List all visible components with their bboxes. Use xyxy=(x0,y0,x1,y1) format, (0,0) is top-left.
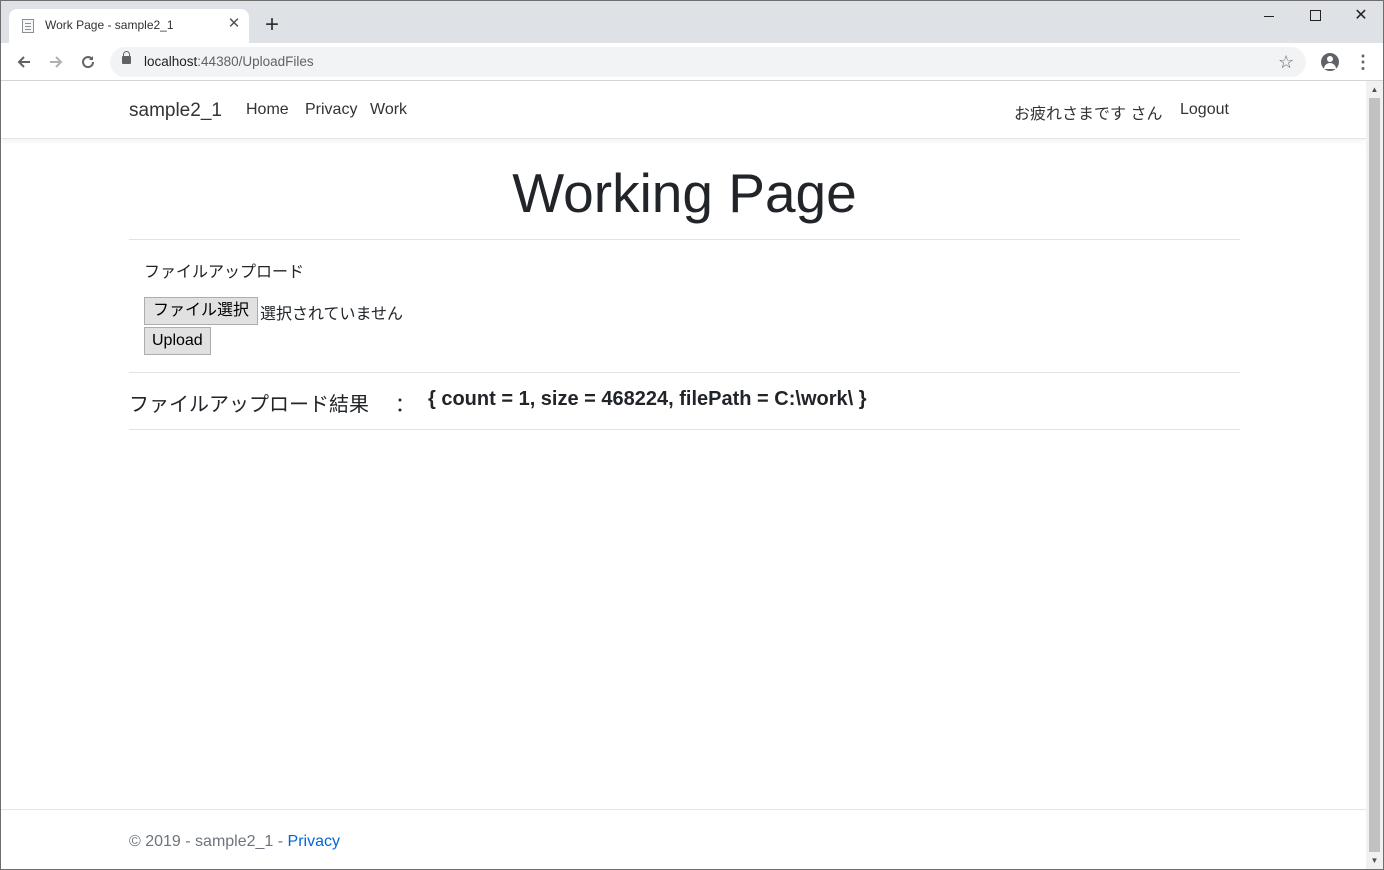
result-label: ファイルアップロード結果 xyxy=(129,394,369,416)
tab-title: Work Page - sample2_1 xyxy=(45,18,174,32)
browser-tab[interactable]: Work Page - sample2_1 ✕ xyxy=(9,9,249,43)
site-footer: © 2019 - sample2_1 - Privacy xyxy=(1,809,1366,869)
scrollbar-thumb[interactable] xyxy=(1369,98,1380,852)
tab-strip: Work Page - sample2_1 ✕ + ✕ xyxy=(1,1,1383,43)
page-favicon-icon xyxy=(22,19,34,33)
brand-link[interactable]: sample2_1 xyxy=(129,100,222,122)
page-title: Working Page xyxy=(512,162,857,224)
lock-icon xyxy=(122,51,131,64)
user-greeting: お疲れさまです さん xyxy=(1014,106,1163,123)
page-viewport: sample2_1 Home Privacy Work お疲れさまです さん L… xyxy=(1,81,1366,869)
close-window-button[interactable]: ✕ xyxy=(1338,1,1383,31)
footer-text: © 2019 - sample2_1 - Privacy xyxy=(129,833,340,851)
new-tab-icon[interactable]: + xyxy=(259,13,285,39)
divider xyxy=(129,239,1240,240)
footer-privacy-link[interactable]: Privacy xyxy=(288,833,340,850)
divider xyxy=(129,429,1240,430)
browser-toolbar: localhost:44380/UploadFiles ☆ ⋮ xyxy=(1,43,1383,81)
profile-icon[interactable] xyxy=(1321,53,1339,71)
result-colon: ： xyxy=(395,394,415,416)
scroll-up-arrow-icon[interactable]: ▲ xyxy=(1366,81,1383,98)
url-host: localhost xyxy=(144,54,198,69)
maximize-icon xyxy=(1310,10,1321,21)
logout-link[interactable]: Logout xyxy=(1180,101,1229,119)
nav-home-link[interactable]: Home xyxy=(246,101,289,119)
close-icon: ✕ xyxy=(1354,7,1368,24)
nav-privacy-link[interactable]: Privacy xyxy=(305,101,357,119)
scroll-down-arrow-icon[interactable]: ▼ xyxy=(1366,852,1383,869)
choose-file-button[interactable]: ファイル選択 xyxy=(144,297,259,325)
forward-button[interactable] xyxy=(43,49,69,75)
footer-copyright: © 2019 - sample2_1 - xyxy=(129,833,288,850)
divider xyxy=(129,372,1240,373)
bookmark-star-icon[interactable]: ☆ xyxy=(1278,51,1294,73)
site-navbar: sample2_1 Home Privacy Work お疲れさまです さん L… xyxy=(1,81,1366,139)
maximize-button[interactable] xyxy=(1292,1,1338,31)
file-status-text: 選択されていません xyxy=(260,306,404,323)
tab-close-icon[interactable]: ✕ xyxy=(225,15,243,33)
url-text: localhost:44380/UploadFiles xyxy=(144,54,314,69)
back-button[interactable] xyxy=(11,49,37,75)
nav-work-link[interactable]: Work xyxy=(370,101,407,119)
upload-button[interactable]: Upload xyxy=(144,327,211,355)
result-value: { count = 1, size = 468224, filePath = C… xyxy=(428,388,867,410)
minimize-button[interactable] xyxy=(1246,1,1292,31)
address-bar[interactable]: localhost:44380/UploadFiles ☆ xyxy=(110,47,1306,77)
vertical-scrollbar[interactable]: ▲ ▼ xyxy=(1366,81,1383,869)
upload-heading: ファイルアップロード xyxy=(144,264,305,281)
arrow-right-icon xyxy=(50,56,63,68)
arrow-left-icon xyxy=(17,56,30,68)
more-menu-icon[interactable]: ⋮ xyxy=(1353,49,1373,75)
browser-window: Work Page - sample2_1 ✕ + ✕ localhost:44… xyxy=(0,0,1384,870)
reload-icon xyxy=(82,56,95,69)
reload-button[interactable] xyxy=(75,49,101,75)
url-path: :44380/UploadFiles xyxy=(197,54,314,69)
minimize-icon xyxy=(1264,16,1274,17)
